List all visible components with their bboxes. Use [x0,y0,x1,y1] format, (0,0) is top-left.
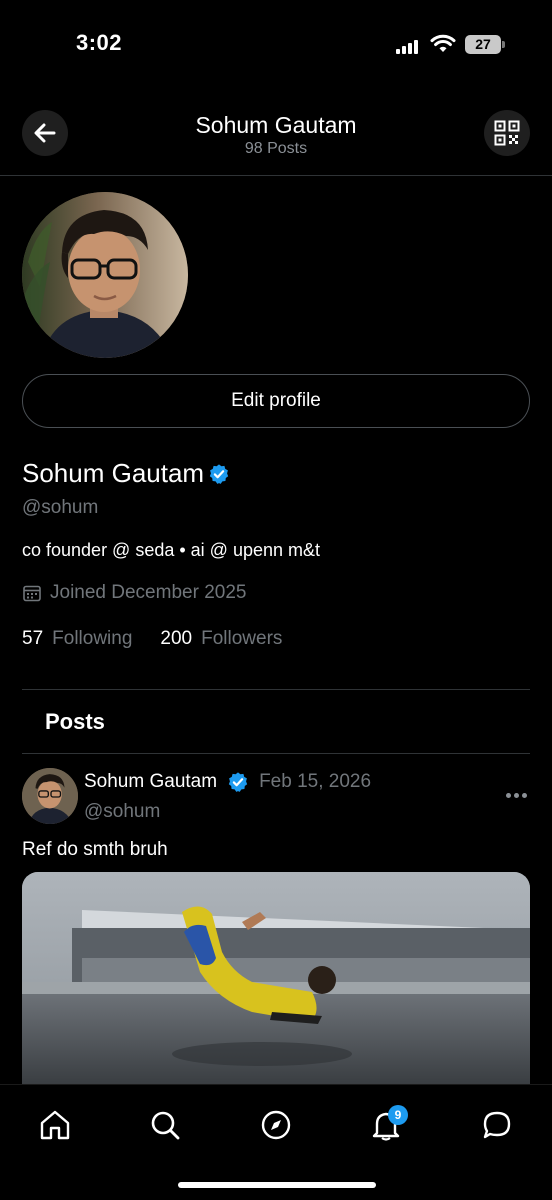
post-avatar-photo [22,768,78,824]
calendar-icon [23,585,41,602]
verified-badge-icon[interactable] [208,463,230,485]
avatar-photo [22,192,188,358]
status-bar: 3:02 27 [0,0,552,90]
tab-divider [22,753,530,754]
followers-link[interactable]: 200 Followers [160,628,282,650]
nav-explore[interactable] [258,1107,294,1143]
post-author[interactable]: Sohum Gautam [84,771,217,793]
battery-icon: 27 [465,35,501,54]
header-post-count: 98 Posts [244,140,308,157]
post-media[interactable] [22,872,530,1084]
section-divider [22,689,530,690]
profile-handle: @sohum [22,497,99,518]
battery-tip [502,41,505,48]
home-indicator [178,1182,376,1188]
status-time: 3:02 [76,30,123,55]
header-title: Sohum Gautam [195,112,357,138]
followers-label: Followers [201,628,283,649]
joined-date-row: Joined December 2025 [22,582,246,604]
signal-icon [396,38,422,54]
qr-code-icon [494,120,520,146]
tab-posts[interactable]: Posts [45,709,105,735]
chat-icon [483,1111,511,1139]
search-icon [151,1111,180,1140]
post-media-image [22,872,530,1084]
profile-name: Sohum Gautam [22,458,205,488]
follow-stats: 57 Following 200 Followers [22,628,310,650]
post-header: Sohum Gautam Feb 15, 2026 [84,771,371,793]
following-link[interactable]: 57 Following [22,628,132,650]
post-handle: @sohum [84,801,161,822]
nav-search[interactable] [147,1107,183,1143]
verified-badge-icon [228,772,248,792]
notification-badge: 9 [388,1105,408,1125]
edit-profile-button[interactable]: Edit profile [22,374,530,428]
profile-header: Sohum Gautam 98 Posts [0,100,552,176]
nav-home[interactable] [37,1107,73,1143]
profile-avatar[interactable] [22,192,188,358]
following-count: 57 [22,628,44,649]
profile-name-row: Sohum Gautam [22,458,230,489]
qr-code-button[interactable] [484,110,530,156]
home-icon [40,1110,70,1140]
profile-bio: co founder @ seda • ai @ upenn m&t [22,540,321,560]
post-text: Ref do smth bruh [22,839,168,860]
more-options-icon[interactable] [506,785,530,805]
post-date: Feb 15, 2026 [259,771,372,792]
followers-count: 200 [160,628,193,649]
nav-messages[interactable] [479,1107,515,1143]
following-label: Following [52,628,133,649]
joined-date: Joined December 2025 [50,582,247,603]
compass-icon [261,1110,291,1140]
wifi-icon [430,34,456,52]
post-avatar[interactable] [22,768,78,824]
